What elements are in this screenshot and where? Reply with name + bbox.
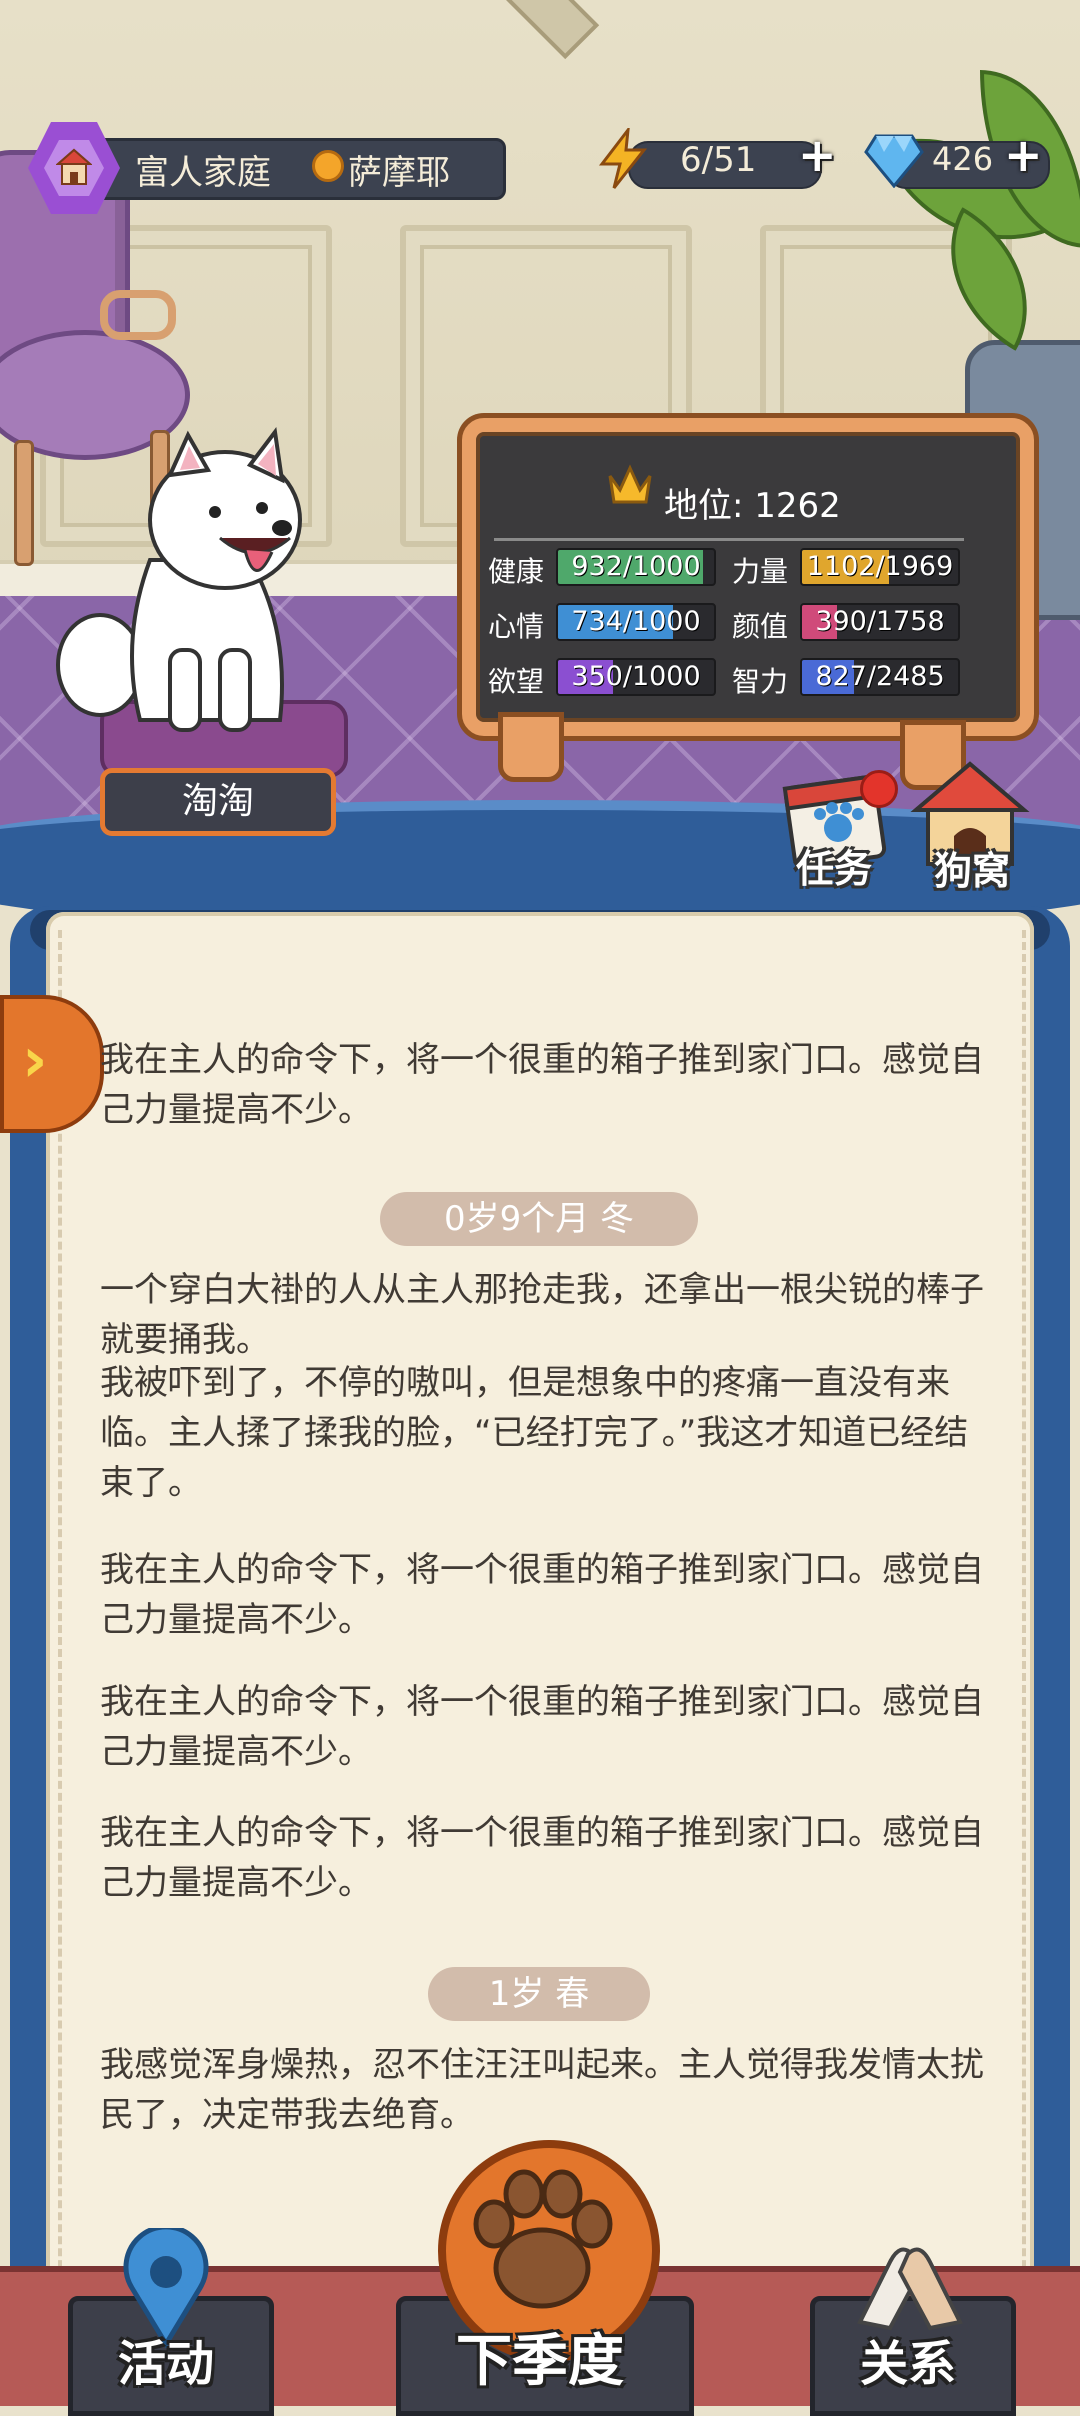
stat-value: 827/2485 [815, 661, 945, 692]
board-divider [494, 538, 964, 541]
status-value: 地位: 1262 [664, 486, 841, 526]
story-paragraph: 我在主人的命令下，将一个很重的箱子推到家门口。感觉自己力量提高不少。 [100, 1813, 984, 1903]
chair-leg [14, 440, 34, 566]
diamond-icon [864, 134, 924, 188]
dog-name-plate[interactable]: 淘淘 [100, 768, 336, 836]
stat-value: 390/1758 [815, 606, 945, 637]
story-paragraph: 一个穿白大褂的人从主人那抢走我，还拿出一根尖锐的棒子就要捅我。 [100, 1270, 984, 1360]
family-type-label: 富人家庭 [135, 153, 271, 193]
board-leg [498, 712, 564, 782]
stat-bar: 1102/1969 [800, 548, 960, 586]
story-paragraph: 我感觉浑身燥热，忍不住汪汪叫起来。主人觉得我发情太扰民了，决定带我去绝育。 [100, 2045, 984, 2135]
kennel-button-label[interactable]: 狗窝 [934, 840, 1010, 895]
relations-button[interactable]: 关系 [810, 2324, 1006, 2394]
story-paragraph: 我被吓到了，不停的嗷叫，但是想象中的疼痛一直没有来临。主人揉了揉我的脸，“已经打… [100, 1363, 969, 1503]
stat-label: 心情 [488, 610, 545, 643]
story-paragraph: 我在主人的命令下，将一个很重的箱子推到家门口。感觉自己力量提高不少。 [100, 1550, 984, 1640]
stat-bar: 932/1000 [556, 548, 716, 586]
stat-label: 颜值 [732, 610, 789, 643]
tasks-button-label[interactable]: 任务 [796, 838, 872, 893]
stat-bar: 390/1758 [800, 603, 960, 641]
paw-icon [473, 2169, 613, 2309]
season-divider: 1岁 春 [428, 1967, 650, 2021]
breed-label: 萨摩耶 [348, 153, 450, 193]
crown-icon [608, 464, 652, 504]
stat-value: 932/1000 [571, 551, 701, 582]
add-energy-button[interactable]: + [798, 128, 837, 182]
season-divider: 0岁9个月 冬 [380, 1192, 698, 1246]
story-paragraph: 我在主人的命令下，将一个很重的箱子推到家门口。感觉自己力量提高不少。 [100, 1040, 984, 1130]
next-season-button[interactable]: 下季度 [396, 2316, 684, 2397]
handshake-icon[interactable] [850, 2232, 970, 2332]
stat-bar: 734/1000 [556, 603, 716, 641]
energy-value: 6/51 [680, 140, 757, 180]
stat-value: 734/1000 [571, 606, 701, 637]
add-gems-button[interactable]: + [1004, 128, 1043, 182]
activity-button[interactable]: 活动 [68, 2324, 264, 2394]
samoyed-dog[interactable] [50, 420, 350, 760]
stat-bar: 827/2485 [800, 658, 960, 696]
story-paragraph: 我在主人的命令下，将一个很重的箱子推到家门口。感觉自己力量提高不少。 [100, 1682, 984, 1772]
medal-icon [312, 150, 344, 182]
notification-dot [860, 770, 898, 808]
gem-value: 426 [932, 140, 994, 178]
lightning-icon [598, 128, 648, 189]
house-icon [56, 148, 92, 185]
chair-arm [100, 290, 176, 340]
stat-value: 350/1000 [571, 661, 701, 692]
stat-label: 欲望 [488, 665, 545, 698]
chevron-right-icon: › [22, 1023, 48, 1096]
stat-label: 力量 [732, 555, 789, 588]
stat-label: 健康 [488, 555, 545, 588]
stat-value: 1102/1969 [806, 551, 954, 582]
stat-bar: 350/1000 [556, 658, 716, 696]
stat-label: 智力 [732, 665, 789, 698]
